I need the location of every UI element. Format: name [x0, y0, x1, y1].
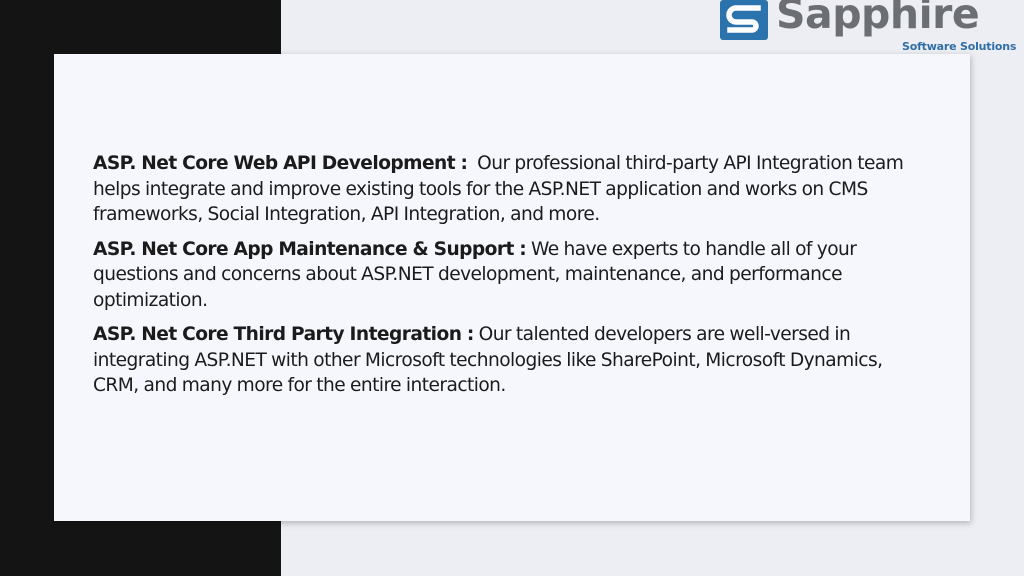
logo-tagline: Software Solutions [902, 40, 1017, 53]
sapphire-logo: Sapphire Software Solutions [718, 0, 1024, 54]
service-heading: ASP. Net Core Web API Development : [93, 153, 468, 174]
logo-wordmark: Sapphire [776, 0, 980, 38]
service-paragraph-integration: ASP. Net Core Third Party Integration : … [93, 322, 923, 399]
service-paragraph-web-api: ASP. Net Core Web API Development : Our … [93, 151, 923, 228]
service-heading: ASP. Net Core Third Party Integration : [93, 324, 474, 345]
service-heading: ASP. Net Core App Maintenance & Support … [93, 238, 527, 260]
sapphire-s-logo-icon [720, 0, 768, 40]
service-paragraph-maintenance: ASP. Net Core App Maintenance & Support … [93, 237, 923, 314]
services-list: ASP. Net Core Web API Development : Our … [93, 151, 923, 408]
content-card: ASP. Net Core Web API Development : Our … [54, 54, 970, 521]
